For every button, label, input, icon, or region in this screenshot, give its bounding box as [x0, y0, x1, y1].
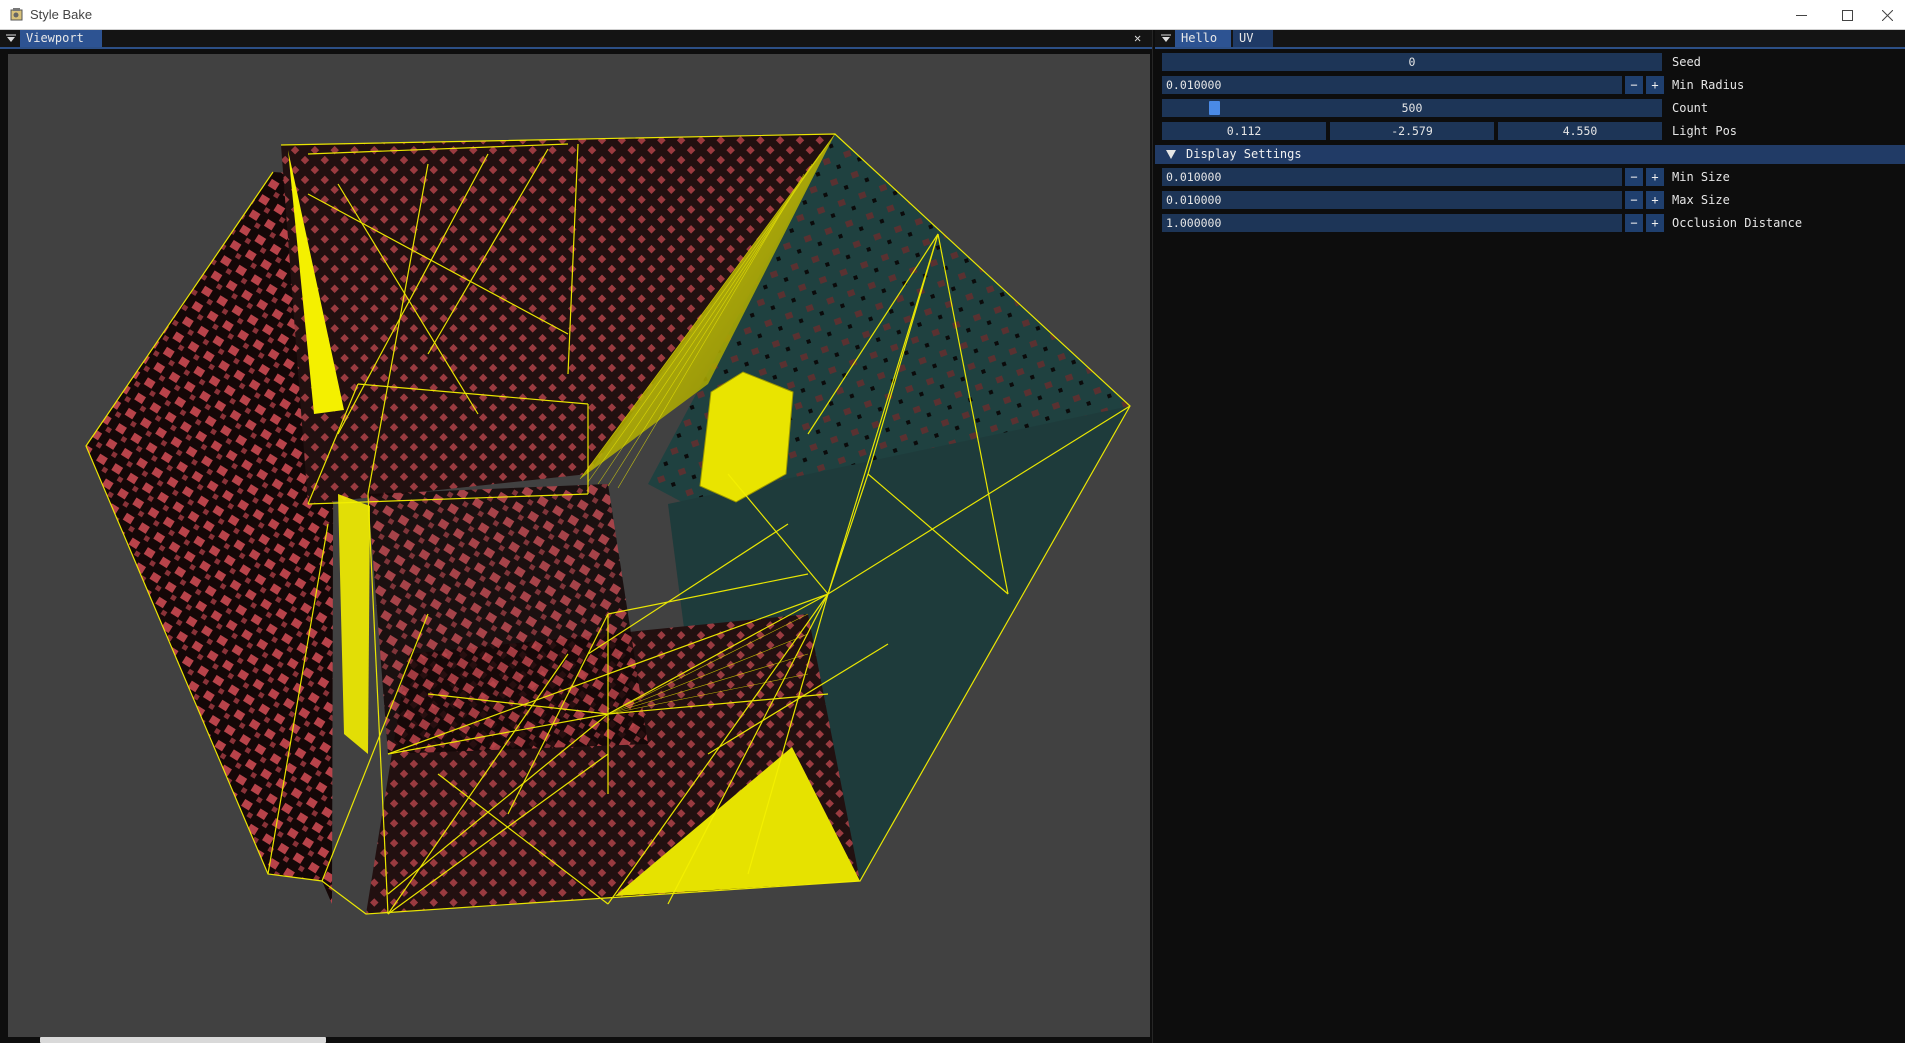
- max-size-input[interactable]: 0.010000: [1162, 191, 1622, 209]
- min-size-label: Min Size: [1672, 170, 1730, 184]
- window-title: Style Bake: [30, 7, 93, 22]
- min-radius-label: Min Radius: [1672, 78, 1745, 92]
- app-icon: [10, 8, 23, 21]
- tab-hello[interactable]: Hello: [1175, 30, 1231, 47]
- count-slider-grab[interactable]: [1209, 101, 1220, 115]
- maximize-button[interactable]: [1824, 0, 1870, 30]
- seed-input[interactable]: 0: [1162, 53, 1662, 71]
- max-size-decrement-button[interactable]: −: [1625, 191, 1643, 209]
- light-pos-label: Light Pos: [1672, 124, 1738, 138]
- max-size-label: Max Size: [1672, 193, 1730, 207]
- light-pos-row: 0.112 -2.579 4.550 Light Pos: [1162, 122, 1902, 140]
- light-pos-x-input[interactable]: 0.112: [1162, 122, 1326, 140]
- occlusion-distance-label: Occlusion Distance: [1672, 216, 1803, 230]
- max-size-row: 0.010000 − + Max Size: [1162, 191, 1902, 209]
- count-slider[interactable]: 500: [1162, 99, 1662, 117]
- occlusion-distance-increment-button[interactable]: +: [1646, 214, 1664, 232]
- max-size-increment-button[interactable]: +: [1646, 191, 1664, 209]
- collapse-arrow-icon[interactable]: [1159, 32, 1173, 45]
- min-size-increment-button[interactable]: +: [1646, 168, 1664, 186]
- min-radius-decrement-button[interactable]: −: [1625, 76, 1643, 94]
- minimize-button[interactable]: [1778, 0, 1824, 30]
- count-row: 500 Count: [1162, 99, 1902, 117]
- min-radius-input[interactable]: 0.010000: [1162, 76, 1622, 94]
- expanded-arrow-icon: [1166, 150, 1176, 159]
- seed-label: Seed: [1672, 55, 1701, 69]
- settings-tabbar: Hello UV: [1155, 30, 1905, 49]
- minimize-icon: [1795, 14, 1807, 16]
- count-label: Count: [1672, 101, 1709, 115]
- close-icon: [1882, 9, 1893, 21]
- seed-row: 0 Seed: [1162, 53, 1902, 71]
- viewport-canvas[interactable]: [8, 54, 1150, 1037]
- window-titlebar: Style Bake: [0, 0, 1905, 30]
- tab-viewport[interactable]: Viewport: [20, 30, 102, 47]
- occlusion-distance-row: 1.000000 − + Occlusion Distance: [1162, 214, 1902, 232]
- count-value: 500: [1401, 101, 1423, 115]
- min-size-decrement-button[interactable]: −: [1625, 168, 1643, 186]
- collapse-arrow-icon[interactable]: [4, 32, 18, 45]
- settings-panel: Hello UV 0 Seed 0.010000 − + Min Radius …: [1155, 30, 1905, 1043]
- viewport-tabbar: Viewport ✕: [0, 30, 1152, 49]
- min-radius-row: 0.010000 − + Min Radius: [1162, 76, 1902, 94]
- viewport-panel: Viewport ✕: [0, 30, 1153, 1043]
- yellow-sliver: [338, 494, 370, 754]
- tab-uv[interactable]: UV: [1233, 30, 1273, 47]
- maximize-icon: [1841, 9, 1853, 21]
- display-settings-header[interactable]: Display Settings: [1155, 145, 1905, 164]
- horizontal-scrollbar[interactable]: [40, 1037, 326, 1043]
- display-settings-title: Display Settings: [1186, 147, 1302, 161]
- close-icon[interactable]: ✕: [1134, 30, 1141, 47]
- light-pos-z-input[interactable]: 4.550: [1498, 122, 1662, 140]
- min-size-input[interactable]: 0.010000: [1162, 168, 1622, 186]
- light-pos-y-input[interactable]: -2.579: [1330, 122, 1494, 140]
- occlusion-distance-input[interactable]: 1.000000: [1162, 214, 1622, 232]
- min-size-row: 0.010000 − + Min Size: [1162, 168, 1902, 186]
- close-button[interactable]: [1870, 0, 1905, 30]
- min-radius-increment-button[interactable]: +: [1646, 76, 1664, 94]
- scene-render: [85, 133, 1131, 915]
- occlusion-distance-decrement-button[interactable]: −: [1625, 214, 1643, 232]
